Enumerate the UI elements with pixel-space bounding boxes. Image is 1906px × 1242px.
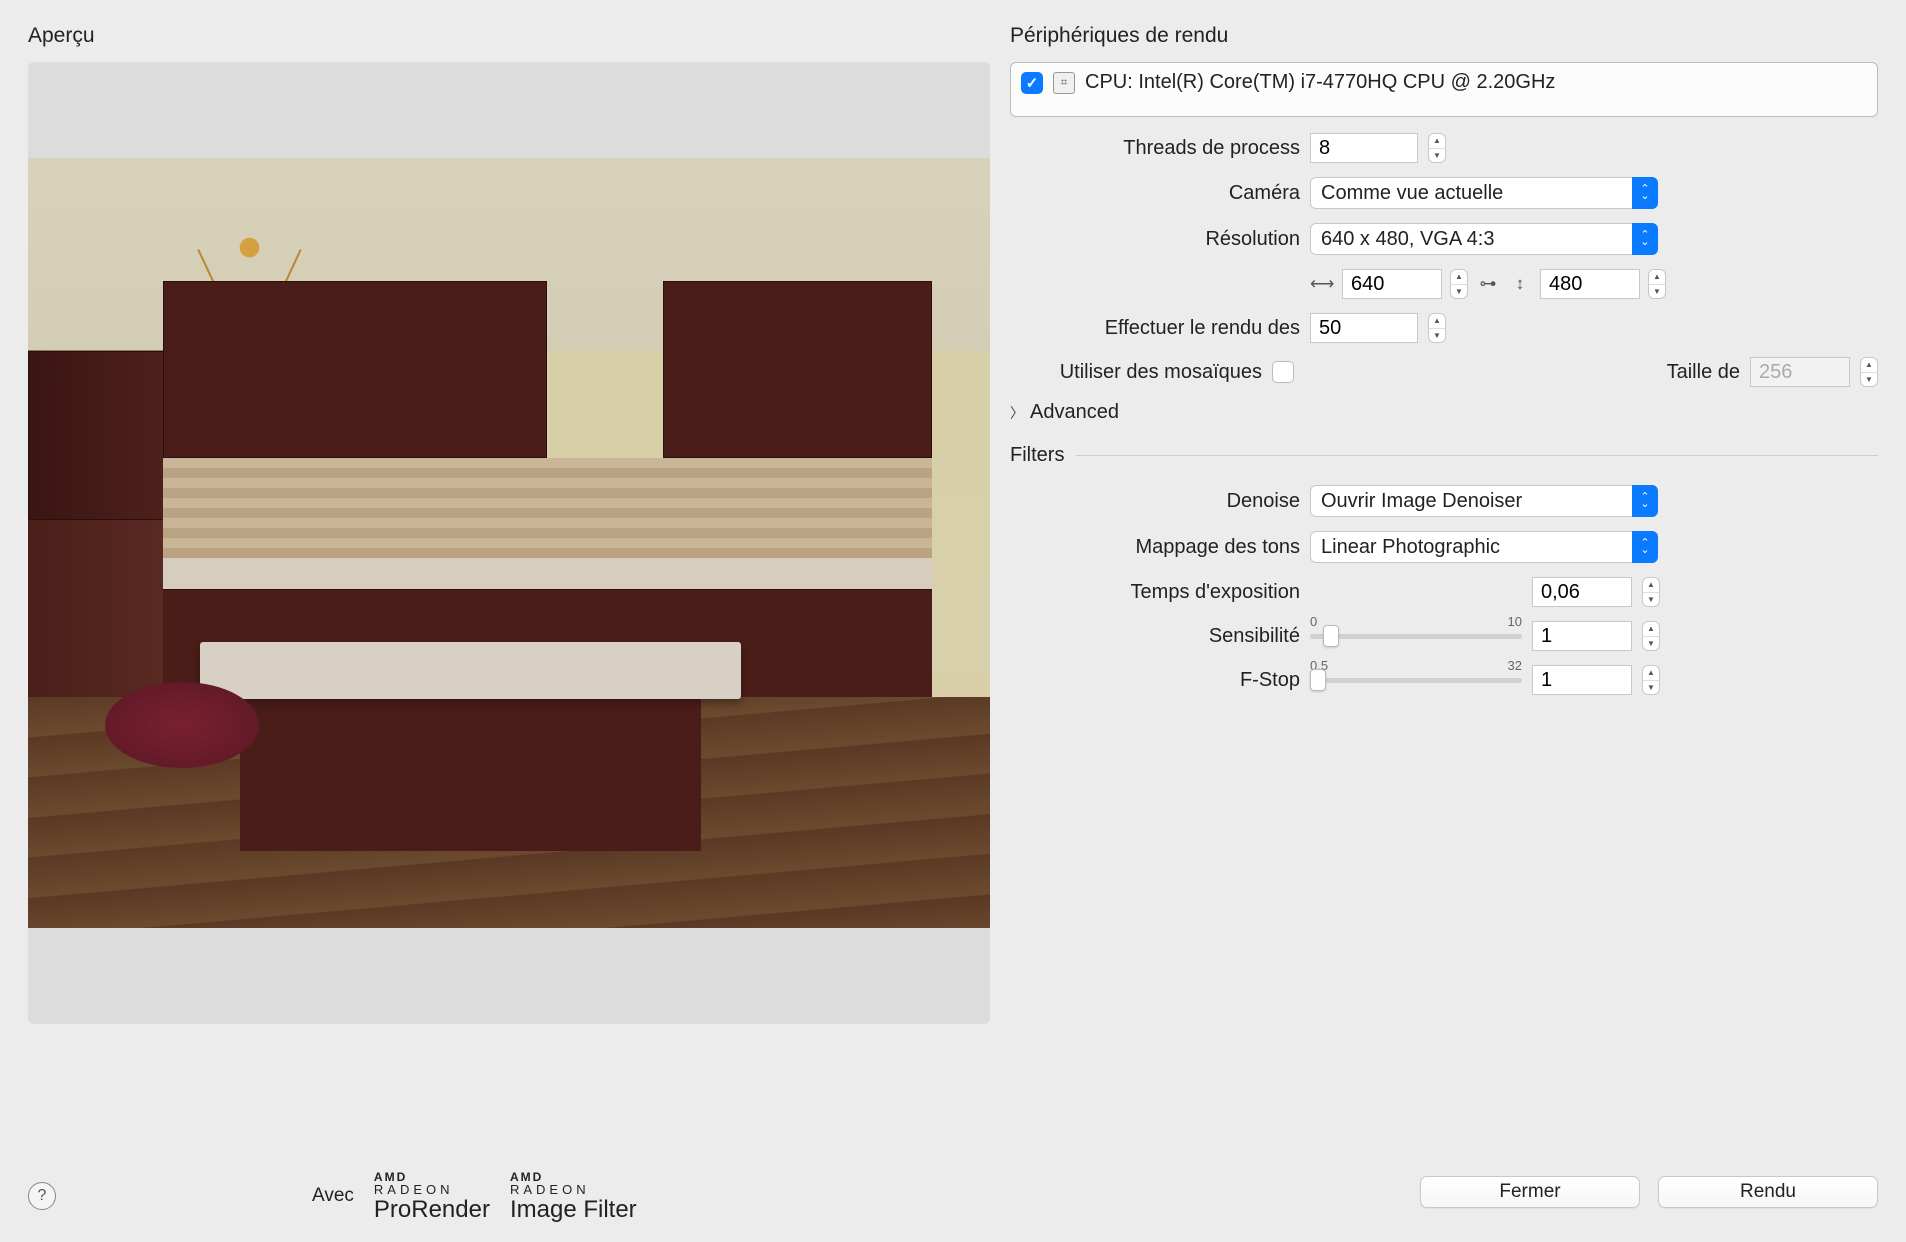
fstop-stepper[interactable]: ▲▼ [1642, 665, 1660, 695]
amd-imagefilter-logo: AMD RADEON Image Filter [510, 1171, 637, 1222]
threads-label: Threads de process [1010, 137, 1300, 160]
width-input[interactable] [1342, 269, 1442, 299]
link-icon[interactable]: ⊶ [1476, 274, 1500, 294]
help-button[interactable]: ? [28, 1182, 56, 1210]
filters-header: Filters [1010, 444, 1064, 467]
width-stepper[interactable]: ▲▼ [1450, 269, 1468, 299]
height-input[interactable] [1540, 269, 1640, 299]
render-iterations-input[interactable] [1310, 313, 1418, 343]
denoise-select[interactable]: Ouvrir Image Denoiser [1310, 485, 1658, 517]
exposure-stepper[interactable]: ▲▼ [1642, 577, 1660, 607]
device-list: ✓ ⌗ CPU: Intel(R) Core(TM) i7-4770HQ CPU… [1010, 62, 1878, 117]
tile-size-label: Taille de [1667, 361, 1740, 384]
sensitivity-min: 0 [1310, 614, 1317, 629]
cpu-icon: ⌗ [1053, 72, 1075, 94]
width-icon: ⟷ [1310, 274, 1334, 294]
tile-size-input [1750, 357, 1850, 387]
threads-input[interactable] [1310, 133, 1418, 163]
preview-viewport [28, 62, 990, 1024]
camera-label: Caméra [1010, 182, 1300, 205]
sensitivity-max: 10 [1508, 614, 1522, 629]
tile-size-stepper[interactable]: ▲▼ [1860, 357, 1878, 387]
amd-prorender-logo: AMD RADEON ProRender [374, 1171, 490, 1222]
render-iterations-label: Effectuer le rendu des [1010, 317, 1300, 340]
sensitivity-label: Sensibilité [1010, 625, 1300, 648]
render-button[interactable]: Rendu [1658, 1176, 1878, 1208]
advanced-disclosure[interactable]: 〉 Advanced [1010, 401, 1878, 424]
use-tiles-checkbox[interactable] [1272, 361, 1294, 383]
avec-label: Avec [312, 1185, 354, 1207]
height-icon: ↕ [1508, 274, 1532, 294]
fstop-input[interactable] [1532, 665, 1632, 695]
render-image [28, 158, 990, 928]
preview-title: Aperçu [28, 24, 980, 48]
sensitivity-slider[interactable] [1310, 634, 1522, 639]
resolution-label: Résolution [1010, 228, 1300, 251]
chevron-right-icon: 〉 [1010, 403, 1024, 423]
device-label: CPU: Intel(R) Core(TM) i7-4770HQ CPU @ 2… [1085, 71, 1555, 94]
sensitivity-stepper[interactable]: ▲▼ [1642, 621, 1660, 651]
tonemap-select[interactable]: Linear Photographic [1310, 531, 1658, 563]
render-iterations-stepper[interactable]: ▲▼ [1428, 313, 1446, 343]
fstop-slider[interactable] [1310, 678, 1522, 683]
height-stepper[interactable]: ▲▼ [1648, 269, 1666, 299]
denoise-label: Denoise [1010, 490, 1300, 513]
camera-select[interactable]: Comme vue actuelle [1310, 177, 1658, 209]
exposure-input[interactable] [1532, 577, 1632, 607]
tonemap-label: Mappage des tons [1010, 536, 1300, 559]
devices-title: Périphériques de rendu [1010, 24, 1878, 48]
use-tiles-label: Utiliser des mosaïques [1010, 361, 1262, 384]
device-checkbox[interactable]: ✓ [1021, 72, 1043, 94]
threads-stepper[interactable]: ▲▼ [1428, 133, 1446, 163]
close-button[interactable]: Fermer [1420, 1176, 1640, 1208]
exposure-label: Temps d'exposition [1010, 581, 1300, 604]
fstop-label: F-Stop [1010, 669, 1300, 692]
sensitivity-input[interactable] [1532, 621, 1632, 651]
resolution-select[interactable]: 640 x 480, VGA 4:3 [1310, 223, 1658, 255]
fstop-max: 32 [1508, 658, 1522, 673]
